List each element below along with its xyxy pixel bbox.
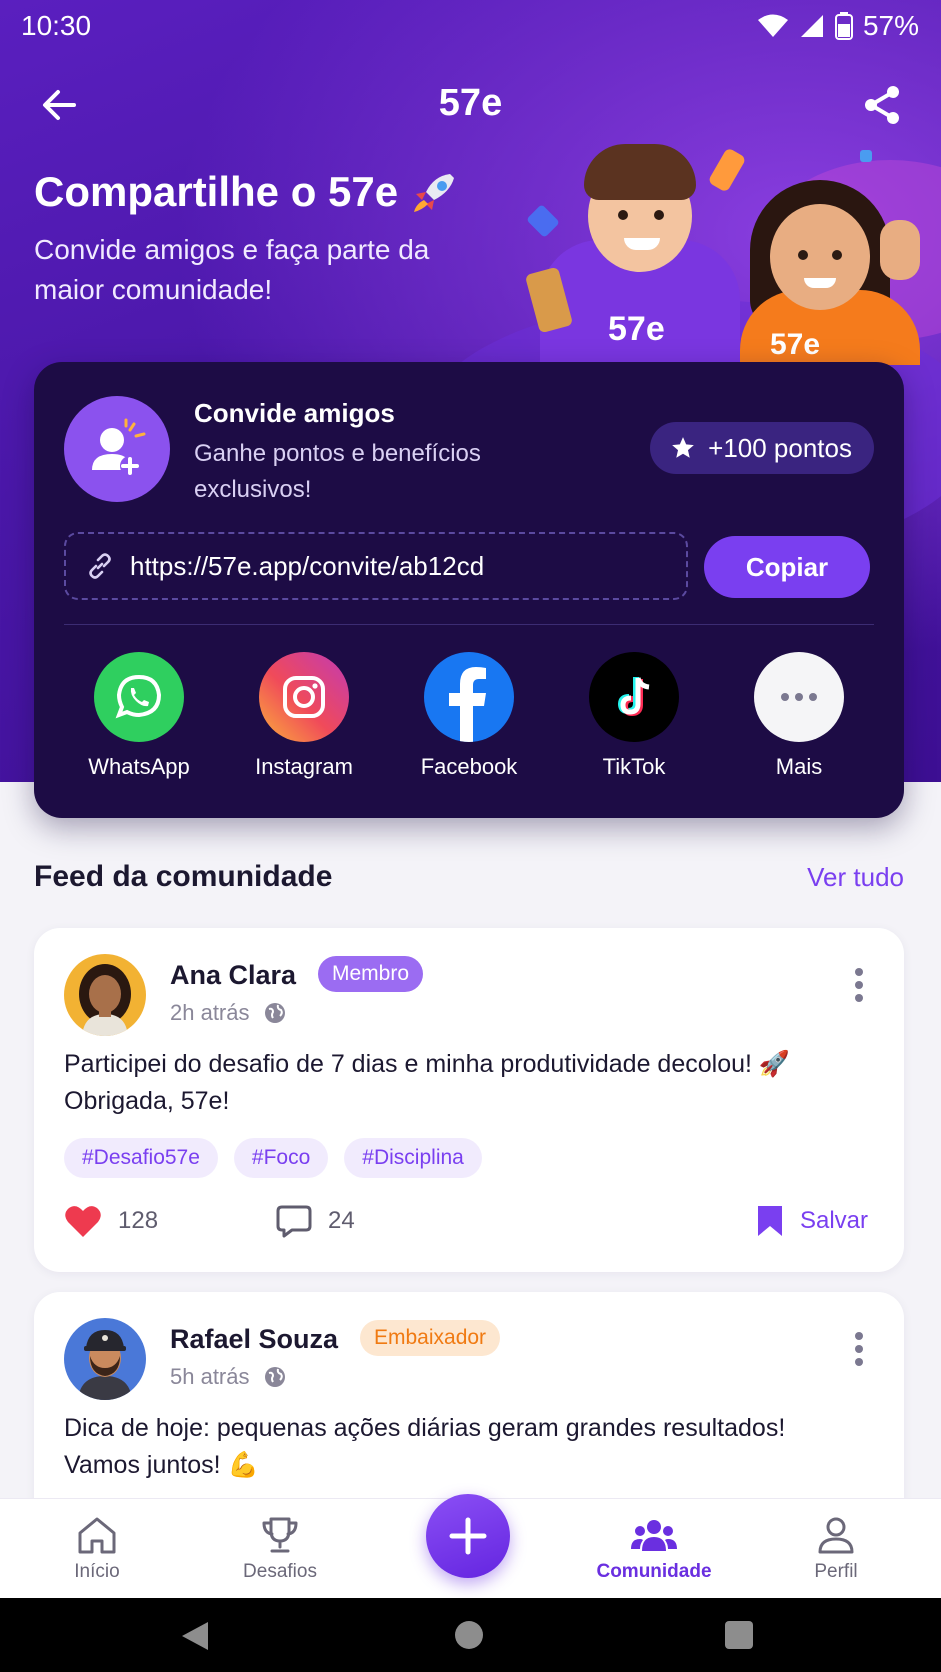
post-actions: 128 24 Salvar <box>64 1204 868 1244</box>
social-label: TikTok <box>602 754 666 779</box>
community-icon <box>631 1520 677 1551</box>
tiktok-icon <box>589 652 679 742</box>
feed-header: Feed da comunidade Ver tudo <box>34 860 904 900</box>
hero-title: Compartilhe o 57e <box>34 168 458 216</box>
facebook-icon <box>424 652 514 742</box>
post-meta: 5h atrás <box>170 1364 286 1390</box>
add-user-icon <box>92 418 146 476</box>
star-icon <box>672 437 694 458</box>
post-meta: 2h atrás <box>170 1000 286 1026</box>
hashtag[interactable]: #Foco <box>233 1138 329 1178</box>
system-recents-icon[interactable] <box>724 1620 754 1650</box>
nav-label: Início <box>74 1561 120 1582</box>
see-all-link[interactable]: Ver tudo <box>807 862 904 893</box>
post-time: 2h atrás <box>170 1000 250 1025</box>
invite-title: Convide amigos <box>194 398 395 428</box>
save-button[interactable]: Salvar <box>756 1204 868 1238</box>
points-label: +100 pontos <box>708 432 852 463</box>
divider <box>64 624 874 625</box>
copy-button[interactable]: Copiar <box>704 536 870 598</box>
social-label: Instagram <box>255 754 353 779</box>
social-share-row: WhatsApp Instagram Facebook TikTok Mais <box>64 652 874 780</box>
rocket-icon <box>414 174 455 212</box>
link-icon <box>89 553 111 579</box>
system-back-icon[interactable] <box>180 1620 210 1652</box>
like-button[interactable]: 128 <box>64 1204 158 1238</box>
share-more[interactable]: Mais <box>724 652 874 780</box>
battery-icon <box>834 12 853 40</box>
bookmark-icon <box>757 1206 782 1236</box>
profile-icon <box>818 1517 854 1554</box>
hashtag[interactable]: #Desafio57e <box>64 1138 218 1178</box>
invite-link-text: https://57e.app/convite/ab12cd <box>130 550 485 581</box>
share-tiktok[interactable]: TikTok <box>559 652 709 780</box>
more-vertical-icon[interactable] <box>854 1332 864 1366</box>
feed-title: Feed da comunidade <box>34 860 333 893</box>
boy-character-illustration: 57e <box>524 140 740 365</box>
post-author[interactable]: Rafael Souza <box>170 1324 338 1355</box>
globe-icon <box>264 1367 285 1387</box>
whatsapp-icon <box>94 652 184 742</box>
share-icon[interactable] <box>861 84 903 126</box>
more-horizontal-icon <box>754 652 844 742</box>
instagram-icon <box>259 652 349 742</box>
battery-percent: 57% <box>862 10 919 41</box>
points-badge: +100 pontos <box>650 422 874 474</box>
post-time: 5h atrás <box>170 1364 250 1389</box>
post-card: Ana Clara Membro 2h atrás Participei do … <box>34 928 904 1272</box>
nav-label: Comunidade <box>596 1561 712 1582</box>
nav-item-profile[interactable]: Perfil <box>756 1515 916 1583</box>
confetti <box>860 150 872 162</box>
nav-item-community[interactable]: Comunidade <box>574 1515 734 1583</box>
post-tags: #Desafio57e #Foco #Disciplina <box>64 1138 482 1178</box>
signal-icon <box>800 15 823 37</box>
ambassador-badge: Embaixador <box>360 1320 501 1356</box>
wifi-icon <box>757 14 788 37</box>
invite-card: Convide amigos Ganhe pontos e benefícios… <box>34 362 904 818</box>
plus-icon <box>449 1517 487 1555</box>
globe-icon <box>264 1003 285 1023</box>
status-time: 10:30 <box>21 10 92 41</box>
social-label: Mais <box>775 754 823 779</box>
like-count: 128 <box>118 1207 159 1234</box>
member-badge: Membro <box>318 956 424 992</box>
heart-icon <box>65 1206 101 1237</box>
hero-subtitle: Convide amigos e faça parte da maior com… <box>34 234 430 305</box>
save-label: Salvar <box>799 1207 868 1234</box>
nav-item-home[interactable]: Início <box>17 1515 177 1583</box>
nav-label: Desafios <box>243 1561 317 1582</box>
nav-label: Perfil <box>814 1561 858 1582</box>
girl-character-illustration: 57e <box>740 180 920 365</box>
post-author[interactable]: Ana Clara <box>170 960 296 991</box>
invite-subtitle: Ganhe pontos e benefícios exclusivos! <box>194 440 481 503</box>
home-icon <box>78 1517 116 1554</box>
social-label: WhatsApp <box>88 754 190 779</box>
avatar[interactable] <box>64 954 146 1036</box>
create-post-button[interactable] <box>426 1494 510 1578</box>
comment-button[interactable]: 24 <box>276 1204 355 1238</box>
trophy-icon <box>262 1517 298 1553</box>
share-whatsapp[interactable]: WhatsApp <box>64 652 214 780</box>
invite-link-field[interactable]: https://57e.app/convite/ab12cd <box>64 532 688 600</box>
share-instagram[interactable]: Instagram <box>229 652 379 780</box>
social-label: Facebook <box>420 754 518 779</box>
comment-count: 24 <box>328 1207 355 1234</box>
status-icons: 57% <box>757 10 919 42</box>
page-title: 57e <box>438 82 503 124</box>
post-text: Participei do desafio de 7 dias e minha … <box>64 1050 791 1115</box>
top-app-bar: 57e <box>0 70 941 140</box>
status-bar: 10:30 57% <box>0 0 941 52</box>
nav-item-challenges[interactable]: Desafios <box>200 1515 360 1583</box>
invite-avatar <box>64 396 170 502</box>
hashtag[interactable]: #Disciplina <box>344 1138 482 1178</box>
comment-icon <box>276 1205 312 1238</box>
avatar[interactable] <box>64 1318 146 1400</box>
system-navigation-bar <box>0 1598 941 1672</box>
system-home-icon[interactable] <box>454 1620 484 1650</box>
post-text: Dica de hoje: pequenas ações diárias ger… <box>64 1414 786 1479</box>
more-vertical-icon[interactable] <box>854 968 864 1002</box>
share-facebook[interactable]: Facebook <box>394 652 544 780</box>
